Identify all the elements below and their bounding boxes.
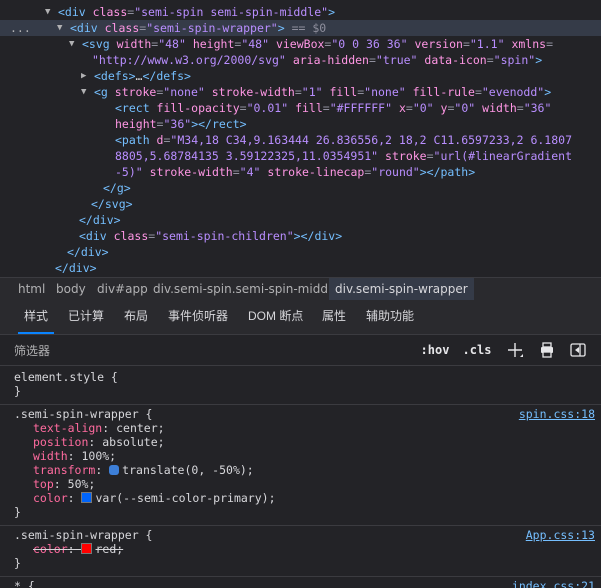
markup-node[interactable]: </g> xyxy=(0,180,601,196)
markup-text: </g> xyxy=(103,181,131,195)
class-toggle-button[interactable]: .cls xyxy=(460,341,494,359)
expand-arrow-icon[interactable]: ▼ xyxy=(57,20,62,36)
toggle-sidebar-icon[interactable] xyxy=(568,340,588,360)
rule-source-link[interactable]: index.css:21 xyxy=(512,579,595,588)
css-declaration[interactable]: transform: translate(0, -50%); xyxy=(33,463,254,477)
markup-text: <div class="semi-spin-children"></div> xyxy=(79,229,343,243)
markup-node[interactable]: ▶ <defs>…</defs> xyxy=(0,68,601,84)
markup-node[interactable]: </svg> xyxy=(0,196,601,212)
breadcrumb-item[interactable]: div.semi-spin.semi-spin-middle xyxy=(147,278,345,300)
markup-text: <svg width="48" height="48" viewBox="0 0… xyxy=(82,37,553,51)
breadcrumb-item[interactable]: html xyxy=(12,278,51,300)
css-declaration[interactable]: color: red; xyxy=(33,542,123,556)
rules-toolbar: :hov .cls xyxy=(0,335,601,366)
tab-5[interactable]: 属性 xyxy=(322,300,346,333)
css-rule: .semi-spin-wrapper { App.css:13 color: red… xyxy=(0,526,601,577)
breadcrumb-item[interactable]: body xyxy=(50,278,92,300)
markup-node[interactable]: -5)" stroke-width="4" stroke-linecap="ro… xyxy=(0,164,601,180)
markup-view[interactable]: ▼ <div class="semi-spin semi-spin-middle"… xyxy=(0,0,601,277)
collapse-arrow-icon[interactable]: ▶ xyxy=(81,68,86,84)
rule-selector[interactable]: .semi-spin-wrapper { xyxy=(14,407,152,421)
markup-text: </div> xyxy=(55,261,97,275)
css-declaration[interactable]: text-align: center; xyxy=(33,421,165,435)
markup-node[interactable]: height="36"></rect> xyxy=(0,116,601,132)
transform-editor-icon[interactable] xyxy=(109,465,120,475)
rule-close-brace: } xyxy=(14,505,21,519)
markup-text: </div> xyxy=(67,245,109,259)
markup-node[interactable]: </div> xyxy=(0,260,601,276)
markup-node[interactable]: <path d="M34,18 C34,9.163444 26.836556,2… xyxy=(0,132,601,148)
css-declaration[interactable]: width: 100%; xyxy=(33,449,116,463)
color-swatch-icon[interactable] xyxy=(81,492,93,503)
markup-text: </div> xyxy=(79,213,121,227)
print-media-icon[interactable] xyxy=(537,340,557,360)
tab-0[interactable]: 样式 xyxy=(17,300,55,334)
rule-close-brace: } xyxy=(14,384,21,398)
markup-node[interactable]: </div> xyxy=(0,212,601,228)
tab-6[interactable]: 辅助功能 xyxy=(366,300,414,333)
markup-text: <defs>…</defs> xyxy=(94,69,191,83)
markup-text: <div class="semi-spin semi-spin-middle"> xyxy=(58,5,335,19)
markup-node[interactable]: ▼ <svg width="48" height="48" viewBox="0 … xyxy=(0,36,601,52)
markup-text: height="36"></rect> xyxy=(115,117,247,131)
markup-node[interactable]: ... ▼ <div class="semi-spin-wrapper"> == $… xyxy=(0,20,601,36)
rule-selector[interactable]: * { xyxy=(14,579,35,588)
markup-text: -5)" stroke-width="4" stroke-linecap="ro… xyxy=(115,165,476,179)
expand-arrow-icon[interactable]: ▼ xyxy=(45,4,50,20)
add-rule-icon[interactable] xyxy=(505,340,525,360)
markup-text: "http://www.w3.org/2000/svg" aria-hidden… xyxy=(92,53,543,67)
css-declaration[interactable]: position: absolute; xyxy=(33,435,165,449)
markup-node[interactable]: "http://www.w3.org/2000/svg" aria-hidden… xyxy=(0,52,601,68)
filter-styles-input[interactable] xyxy=(12,341,396,361)
tab-4[interactable]: DOM 断点 xyxy=(248,300,303,333)
rule-source-link[interactable]: spin.css:18 xyxy=(519,407,595,421)
css-declaration[interactable]: color: var(--semi-color-primary); xyxy=(33,491,276,505)
markup-node[interactable]: </div> xyxy=(0,244,601,260)
tab-2[interactable]: 布局 xyxy=(124,300,148,333)
node-actions-dots[interactable]: ... xyxy=(10,20,31,36)
markup-text: <rect fill-opacity="0.01" fill="#FFFFFF"… xyxy=(115,101,552,115)
expand-arrow-icon[interactable]: ▼ xyxy=(81,84,86,100)
hover-state-button[interactable]: :hov xyxy=(418,341,452,359)
css-rules-list: element.style {} .semi-spin-wrapper { spin… xyxy=(0,366,601,588)
markup-node[interactable]: 8805,5.68784135 3.59122325,11.0354951" s… xyxy=(0,148,601,164)
rule-source-link[interactable]: App.css:13 xyxy=(526,528,595,542)
css-declaration[interactable]: top: 50%; xyxy=(33,477,95,491)
css-rule: .semi-spin-wrapper { spin.css:18 text-alig… xyxy=(0,405,601,526)
tab-1[interactable]: 已计算 xyxy=(68,300,104,333)
markup-node[interactable]: <rect fill-opacity="0.01" fill="#FFFFFF"… xyxy=(0,100,601,116)
color-swatch-icon[interactable] xyxy=(81,543,93,554)
markup-node[interactable]: <div class="semi-spin-children"></div> xyxy=(0,228,601,244)
tab-3[interactable]: 事件侦听器 xyxy=(168,300,228,333)
markup-node[interactable]: ▼ <div class="semi-spin semi-spin-middle"… xyxy=(0,4,601,20)
markup-text: <div class="semi-spin-wrapper"> == $0 xyxy=(70,21,327,35)
markup-text: <g stroke="none" stroke-width="1" fill="… xyxy=(94,85,552,99)
expand-arrow-icon[interactable]: ▼ xyxy=(69,36,74,52)
markup-text: <path d="M34,18 C34,9.163444 26.836556,2… xyxy=(115,133,572,147)
markup-text: 8805,5.68784135 3.59122325,11.0354951" s… xyxy=(115,149,573,163)
css-rule: element.style {} xyxy=(0,368,601,405)
rule-close-brace: } xyxy=(14,556,21,570)
breadcrumb-item[interactable]: div#app xyxy=(91,278,154,300)
markup-node[interactable]: ▼ <g stroke="none" stroke-width="1" fill=… xyxy=(0,84,601,100)
rule-selector[interactable]: .semi-spin-wrapper { xyxy=(14,528,152,542)
sidebar-tabs: 样式 已计算 布局 事件侦听器 DOM 断点 属性 辅助功能 xyxy=(0,300,601,335)
rule-selector[interactable]: element.style { xyxy=(14,370,118,384)
breadcrumb-item[interactable]: div.semi-spin-wrapper xyxy=(329,278,474,300)
css-rule: * { index.css:21 xyxy=(0,577,601,588)
breadcrumb: html body div#app div.semi-spin.semi-spin-m… xyxy=(0,277,601,301)
markup-text: </svg> xyxy=(91,197,133,211)
